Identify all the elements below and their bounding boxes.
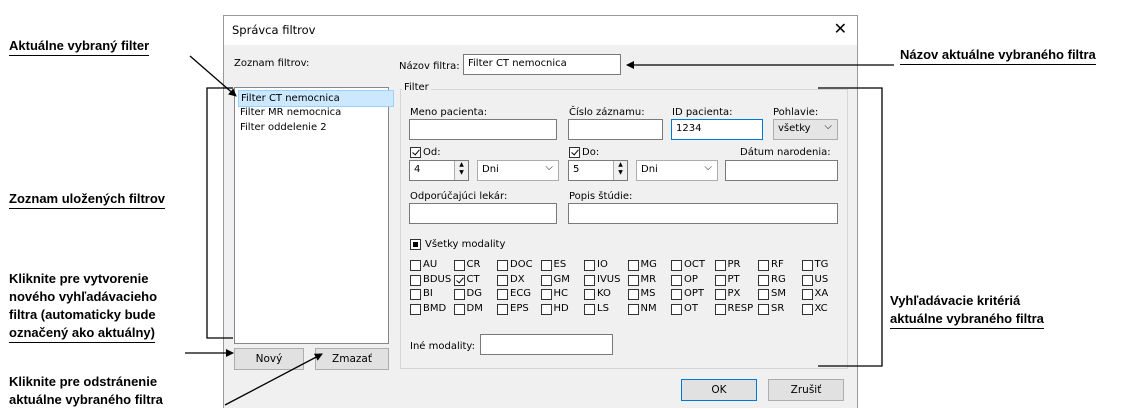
arrow-delete-filter — [224, 353, 323, 406]
arrow-selected-filter — [189, 55, 237, 97]
bracket-saved-filters — [206, 87, 233, 339]
bracket-criteria — [818, 87, 883, 367]
callout-arrows — [185, 55, 894, 406]
